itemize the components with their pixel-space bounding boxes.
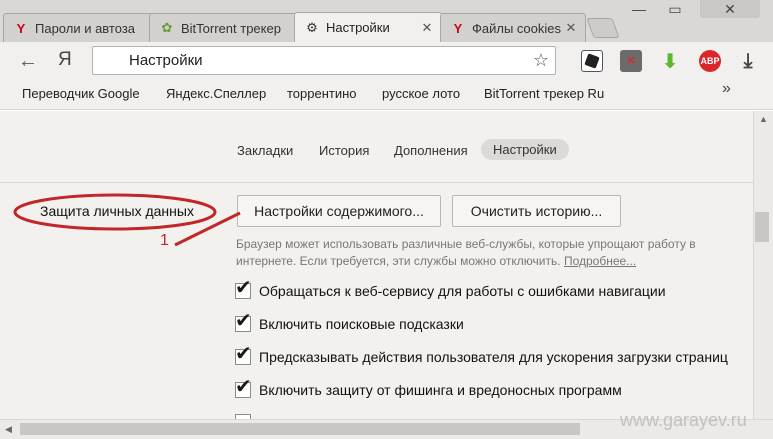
annotation-overlay [13,193,241,247]
vertical-scrollbar[interactable] [753,111,773,419]
annotation-ellipse [13,193,217,231]
scroll-up-arrow-icon[interactable]: ▲ [759,114,768,124]
horizontal-scroll-thumb[interactable] [20,423,580,435]
vertical-scroll-thumb[interactable] [755,212,769,242]
watermark: www.garayev.ru [620,410,747,430]
scroll-left-arrow-icon[interactable]: ◀ [5,424,12,435]
annotation-number: 1 [160,232,169,249]
